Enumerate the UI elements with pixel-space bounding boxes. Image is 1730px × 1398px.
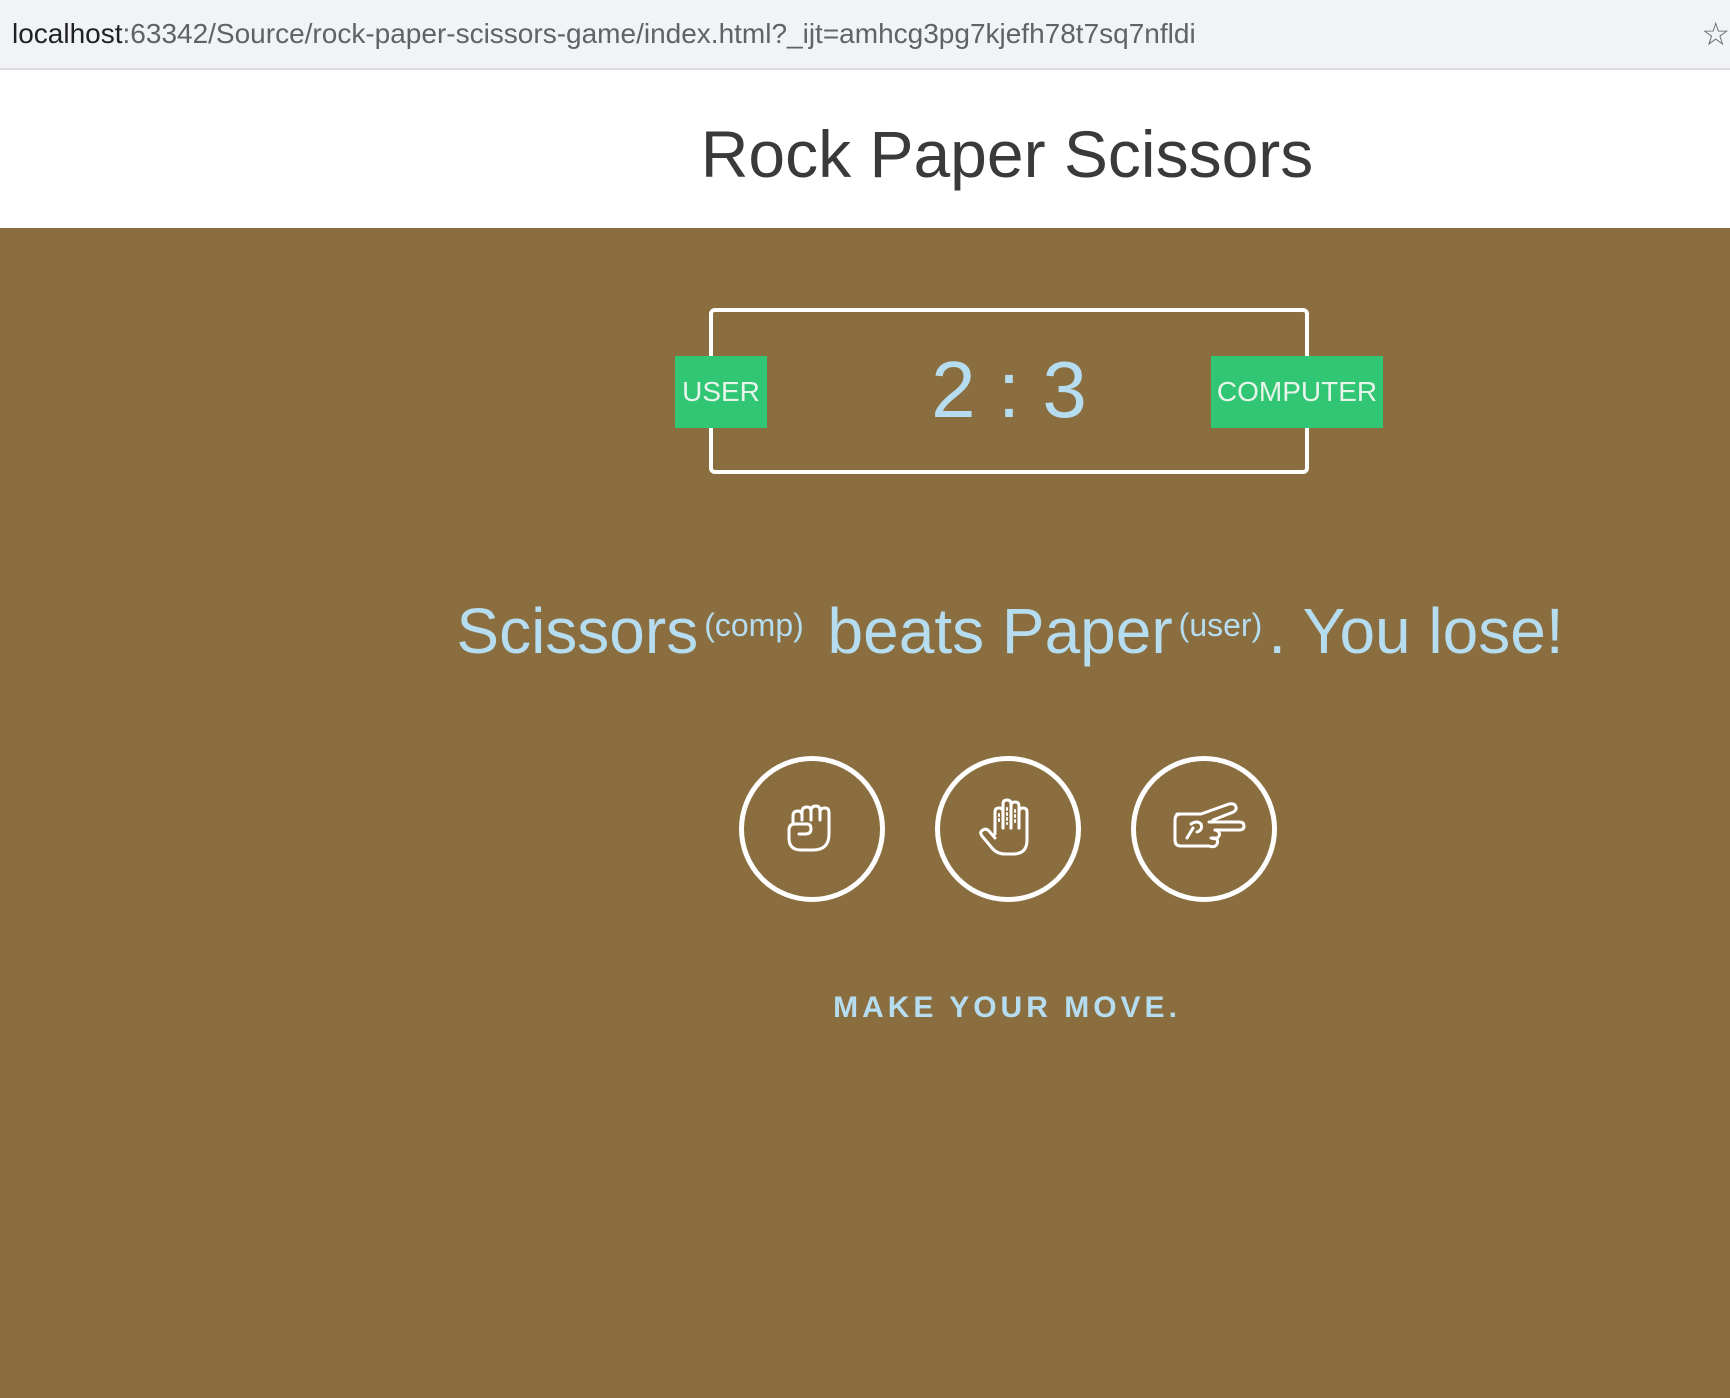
url-path: :63342/Source/rock-paper-scissors-game/i… (122, 18, 1196, 49)
result-message: Scissors (comp) beats Paper (user). You lo… (300, 586, 1720, 676)
bookmark-star-icon[interactable]: ☆ (1690, 14, 1730, 54)
result-winner-move: Scissors (456, 595, 699, 667)
game-board: USER COMPUTER 2 : 3 Scissors (comp) beats… (0, 228, 1730, 1398)
url-text[interactable]: localhost:63342/Source/rock-paper-scisso… (12, 14, 1196, 54)
result-loser-tag: (user) (1178, 607, 1263, 643)
page-title: Rock Paper Scissors (700, 117, 1314, 191)
user-score: 2 (931, 345, 976, 434)
scissors-hand-icon (1173, 802, 1246, 849)
scissors-button[interactable] (1131, 756, 1277, 902)
result-loser-move: Paper (1001, 595, 1173, 667)
make-move-prompt: MAKE YOUR MOVE. (833, 991, 1181, 1024)
paper-button[interactable] (935, 756, 1081, 902)
result-winner-tag: (comp) (704, 607, 804, 643)
page-header: Rock Paper Scissors (0, 70, 1730, 228)
computer-score: 3 (1042, 345, 1087, 434)
rock-button[interactable] (739, 756, 885, 902)
paper-hand-icon (979, 798, 1029, 856)
score-display: 2 : 3 (709, 340, 1309, 440)
result-outcome: . You lose! (1268, 595, 1564, 667)
result-verb: beats (827, 595, 985, 667)
browser-address-bar[interactable]: localhost:63342/Source/rock-paper-scisso… (0, 0, 1730, 70)
url-host: localhost (12, 18, 123, 49)
score-separator: : (997, 345, 1021, 434)
rock-fist-icon (787, 804, 831, 852)
